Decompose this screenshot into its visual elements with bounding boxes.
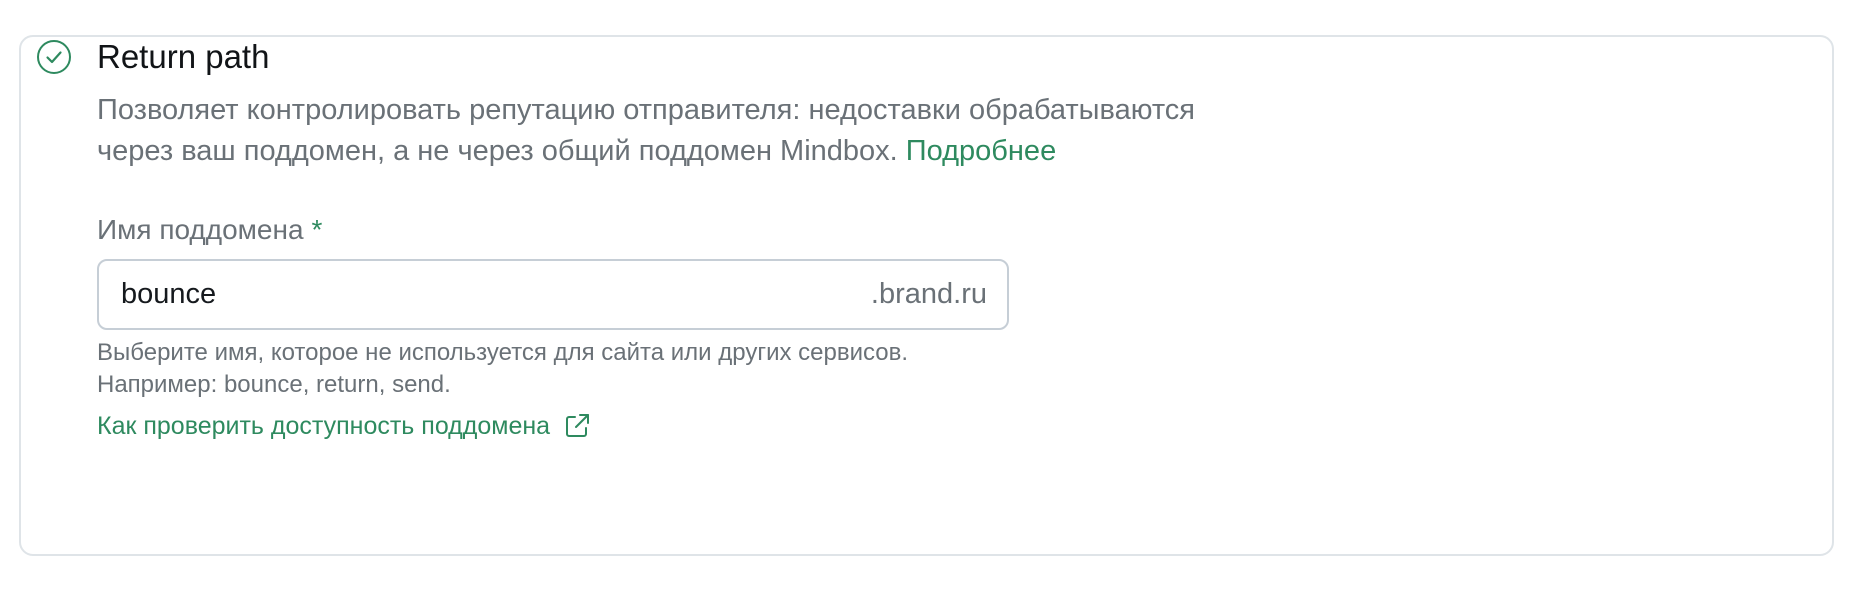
- description-line-1: Позволяет контролировать репутацию отпра…: [97, 94, 1195, 126]
- hint-line-2: Например: bounce, return, send.: [97, 371, 451, 398]
- subdomain-input-value[interactable]: bounce: [121, 261, 216, 328]
- subdomain-label-text: Имя поддомена: [97, 214, 304, 245]
- required-mark: *: [311, 214, 323, 245]
- description-line-2: через ваш поддомен, а не через общий под…: [97, 131, 1397, 172]
- check-circle-icon: [36, 39, 72, 75]
- section-description: Позволяет контролировать репутацию отпра…: [97, 90, 1397, 172]
- more-info-link[interactable]: Подробнее: [906, 135, 1056, 167]
- section-title: Return path: [97, 38, 270, 75]
- check-availability-label: Как проверить доступность поддомена: [97, 412, 551, 440]
- check-availability-link[interactable]: Как проверить доступность поддомена: [97, 409, 592, 443]
- external-link-icon: [562, 411, 592, 441]
- subdomain-suffix: .brand.ru: [870, 278, 987, 310]
- subdomain-input[interactable]: bounce .brand.ru: [97, 259, 1009, 330]
- subdomain-hint: Выберите имя, которое не используется дл…: [97, 337, 908, 401]
- description-line-2-text: через ваш поддомен, а не через общий под…: [97, 135, 898, 167]
- subdomain-field-label: Имя поддомена *: [97, 212, 322, 248]
- hint-line-1: Выберите имя, которое не используется дл…: [97, 339, 909, 366]
